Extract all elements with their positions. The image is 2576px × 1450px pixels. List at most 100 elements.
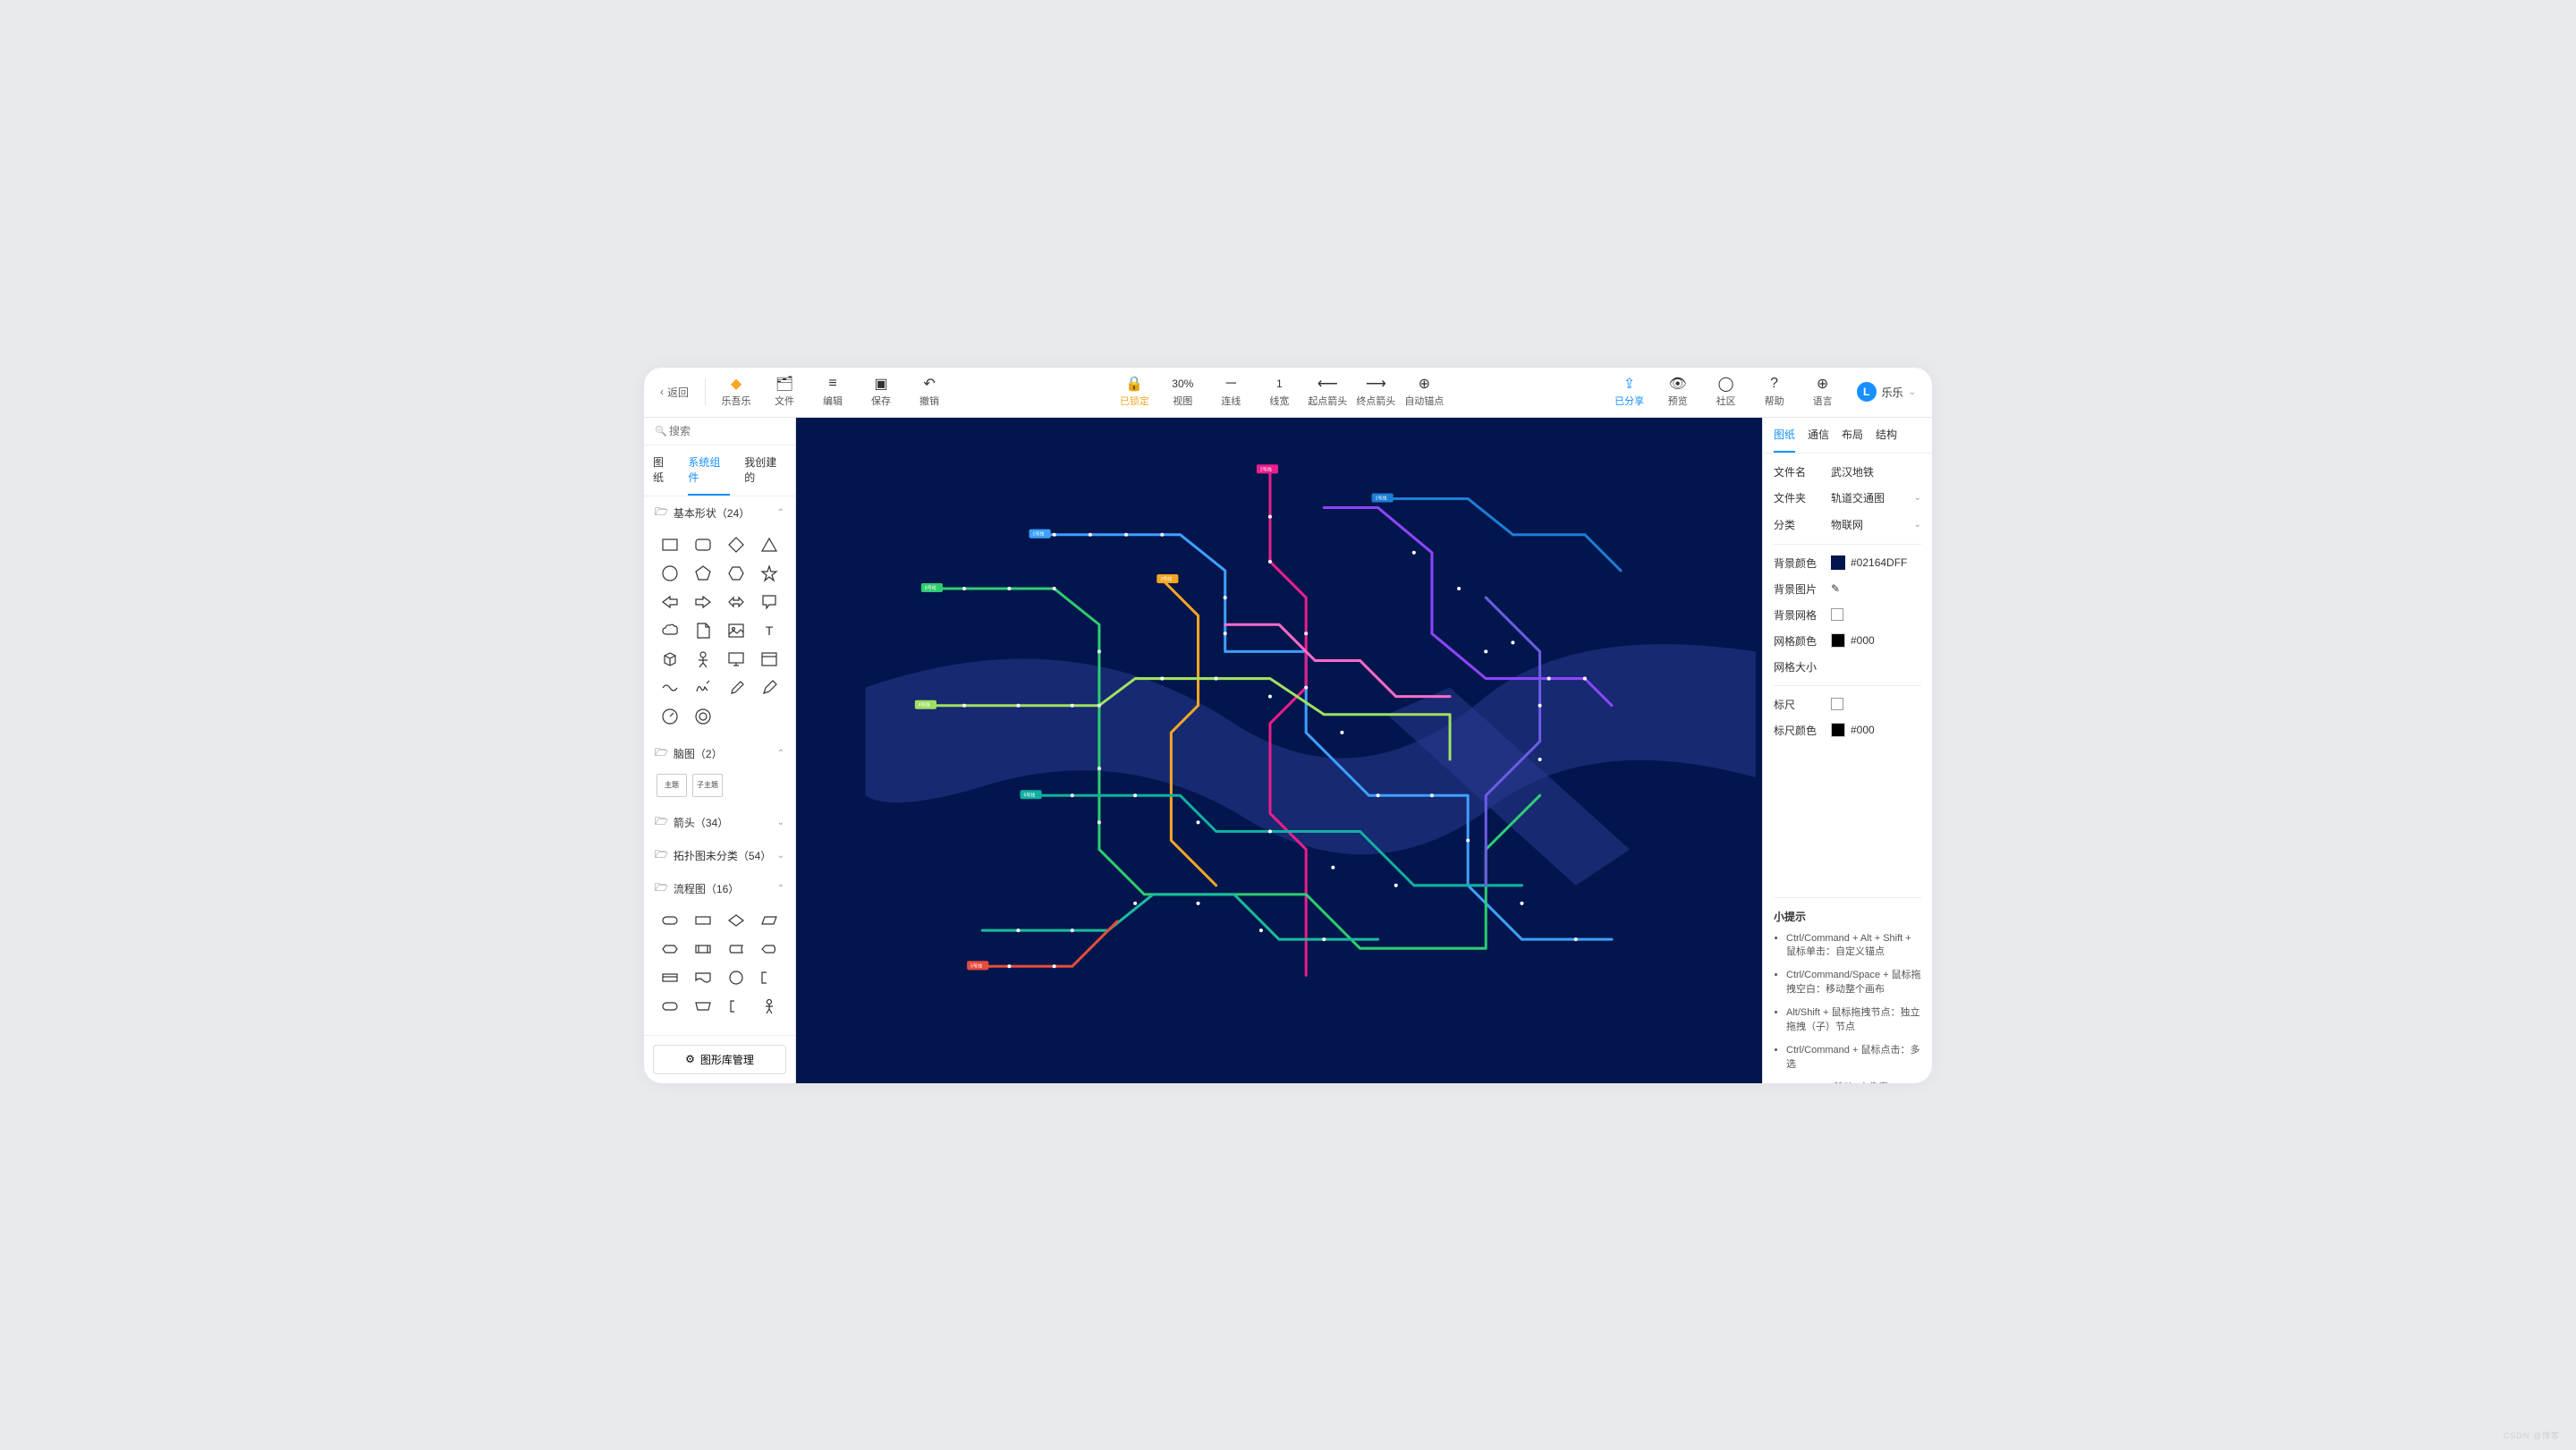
shape-diamond[interactable] <box>723 533 750 556</box>
category-basic[interactable]: 🗁 基本形状（24） ⌃ <box>644 496 795 530</box>
zoom-control[interactable]: 30% 视图 <box>1161 370 1204 413</box>
sidebar-scroll[interactable]: 🗁 基本形状（24） ⌃ <box>644 496 795 1035</box>
gridcolor-value: #000 <box>1851 634 1875 647</box>
preview-button[interactable]: 👁 预览 <box>1657 370 1699 413</box>
filename-value[interactable]: 武汉地铁 <box>1831 464 1921 479</box>
shape-triangle[interactable] <box>755 533 783 556</box>
start-arrow-menu[interactable]: ⟵ 起点箭头 <box>1306 370 1349 413</box>
expand-icon: ⌄ <box>777 851 784 861</box>
category-flow-label: 流程图（16） <box>674 881 739 896</box>
ruler-checkbox[interactable] <box>1831 698 1843 710</box>
library-manage-button[interactable]: ⚙ 图形库管理 <box>653 1045 786 1074</box>
community-button[interactable]: ◯ 社区 <box>1705 370 1748 413</box>
library-manage-label: 图形库管理 <box>700 1052 754 1067</box>
sidebar-tab-system[interactable]: 系统组件 <box>688 445 730 496</box>
language-menu[interactable]: ⊕ 语言 <box>1801 370 1844 413</box>
end-arrow-icon: ⟶ <box>1366 376 1386 392</box>
shape-mind-sub[interactable]: 子主题 <box>692 774 723 797</box>
shape-predef[interactable] <box>690 937 717 961</box>
shape-callout[interactable] <box>755 590 783 614</box>
shape-person[interactable] <box>690 648 717 671</box>
shape-arrow-right[interactable] <box>690 590 717 614</box>
shape-comment[interactable] <box>755 966 783 989</box>
panel-tab-struct[interactable]: 结构 <box>1876 418 1897 453</box>
shape-card[interactable] <box>657 966 684 989</box>
shape-process[interactable] <box>690 909 717 932</box>
shape-iframe[interactable] <box>755 648 783 671</box>
shape-manual[interactable] <box>690 995 717 1018</box>
shape-file[interactable] <box>690 619 717 642</box>
shape-ring[interactable] <box>690 705 717 728</box>
filename-label: 文件名 <box>1774 464 1824 479</box>
shape-data[interactable] <box>755 909 783 932</box>
panel-tab-comm[interactable]: 通信 <box>1808 418 1829 453</box>
folder-select[interactable]: 轨道交通图 ⌄ <box>1831 490 1921 506</box>
shape-circle[interactable] <box>657 562 684 585</box>
bgcolor-control[interactable]: #02164DFF <box>1831 555 1921 570</box>
category-mind[interactable]: 🗁 脑图（2） ⌃ <box>644 737 795 770</box>
shape-pencil[interactable] <box>755 676 783 700</box>
undo-button[interactable]: ↶ 撤销 <box>908 370 951 413</box>
connect-menu[interactable]: ─ 连线 <box>1209 370 1252 413</box>
shape-text[interactable]: T <box>755 619 783 642</box>
category-flow[interactable]: 🗁 流程图（16） ⌃ <box>644 872 795 905</box>
panel-tab-diagram[interactable]: 图纸 <box>1774 418 1795 453</box>
shape-doc[interactable] <box>690 966 717 989</box>
bgimg-control[interactable]: ✎ <box>1831 582 1921 595</box>
shape-roundrect[interactable] <box>690 533 717 556</box>
class-value: 物联网 <box>1831 517 1863 532</box>
sidebar-tab-mine[interactable]: 我创建的 <box>744 445 786 496</box>
bggrid-checkbox[interactable] <box>1831 608 1843 621</box>
brand-menu[interactable]: ◆ 乐吾乐 <box>715 370 758 413</box>
search-input[interactable] <box>653 425 786 437</box>
shape-rect[interactable] <box>657 533 684 556</box>
share-button[interactable]: ⇪ 已分享 <box>1608 370 1651 413</box>
linewidth-menu[interactable]: 1 线宽 <box>1258 370 1301 413</box>
shape-connector[interactable] <box>723 966 750 989</box>
shape-arrow-left[interactable] <box>657 590 684 614</box>
class-select[interactable]: 物联网 ⌄ <box>1831 517 1921 533</box>
category-activity[interactable]: 🗁 活动图（8） ⌃ <box>644 1027 795 1035</box>
file-menu[interactable]: 🗂 文件 <box>763 370 806 413</box>
category-topo[interactable]: 🗁 拓扑图未分类（54） ⌄ <box>644 839 795 872</box>
shape-brush[interactable] <box>723 676 750 700</box>
shape-star[interactable] <box>755 562 783 585</box>
shape-mind-topic[interactable]: 主题 <box>657 774 687 797</box>
shape-image[interactable] <box>723 619 750 642</box>
shape-prep[interactable] <box>657 937 684 961</box>
lock-button[interactable]: 🔒 已锁定 <box>1113 370 1156 413</box>
shape-cube[interactable] <box>657 648 684 671</box>
back-button[interactable]: ‹ 返回 <box>653 385 696 400</box>
help-button[interactable]: ? 帮助 <box>1753 370 1796 413</box>
edit-menu[interactable]: ≡ 编辑 <box>811 370 854 413</box>
shape-signature[interactable] <box>690 676 717 700</box>
collapse-icon: ⌃ <box>777 508 784 518</box>
shape-pentagon[interactable] <box>690 562 717 585</box>
shape-arrow-both[interactable] <box>723 590 750 614</box>
folder-label: 文件夹 <box>1774 490 1824 505</box>
shape-terminator[interactable] <box>657 909 684 932</box>
category-arrow[interactable]: 🗁 箭头（34） ⌄ <box>644 806 795 839</box>
shape-cloud[interactable] <box>657 619 684 642</box>
rulercolor-control[interactable]: #000 <box>1831 723 1921 737</box>
end-arrow-menu[interactable]: ⟶ 终点箭头 <box>1354 370 1397 413</box>
canvas[interactable]: 1号线 2号线 4号线 6号线 6号线 1号线 3号线 5号线 <box>796 418 1762 1083</box>
panel-tab-layout[interactable]: 布局 <box>1842 418 1863 453</box>
shape-wave[interactable] <box>657 676 684 700</box>
shape-decision[interactable] <box>723 909 750 932</box>
user-menu[interactable]: L 乐乐 ⌄ <box>1850 378 1923 405</box>
gridcolor-control[interactable]: #000 <box>1831 633 1921 648</box>
shape-capsule[interactable] <box>657 995 684 1018</box>
shape-gauge[interactable] <box>657 705 684 728</box>
shape-bracket[interactable] <box>723 995 750 1018</box>
undo-icon: ↶ <box>923 376 935 392</box>
shape-display[interactable] <box>755 937 783 961</box>
shape-actor[interactable] <box>755 995 783 1018</box>
auto-anchor-button[interactable]: ⊕ 自动锚点 <box>1402 370 1445 413</box>
save-button[interactable]: ▣ 保存 <box>860 370 902 413</box>
shape-monitor[interactable] <box>723 648 750 671</box>
shape-hexagon[interactable] <box>723 562 750 585</box>
shape-storage[interactable] <box>723 937 750 961</box>
sidebar-tab-diagram[interactable]: 图纸 <box>653 445 674 496</box>
rulercolor-label: 标尺颜色 <box>1774 723 1824 738</box>
